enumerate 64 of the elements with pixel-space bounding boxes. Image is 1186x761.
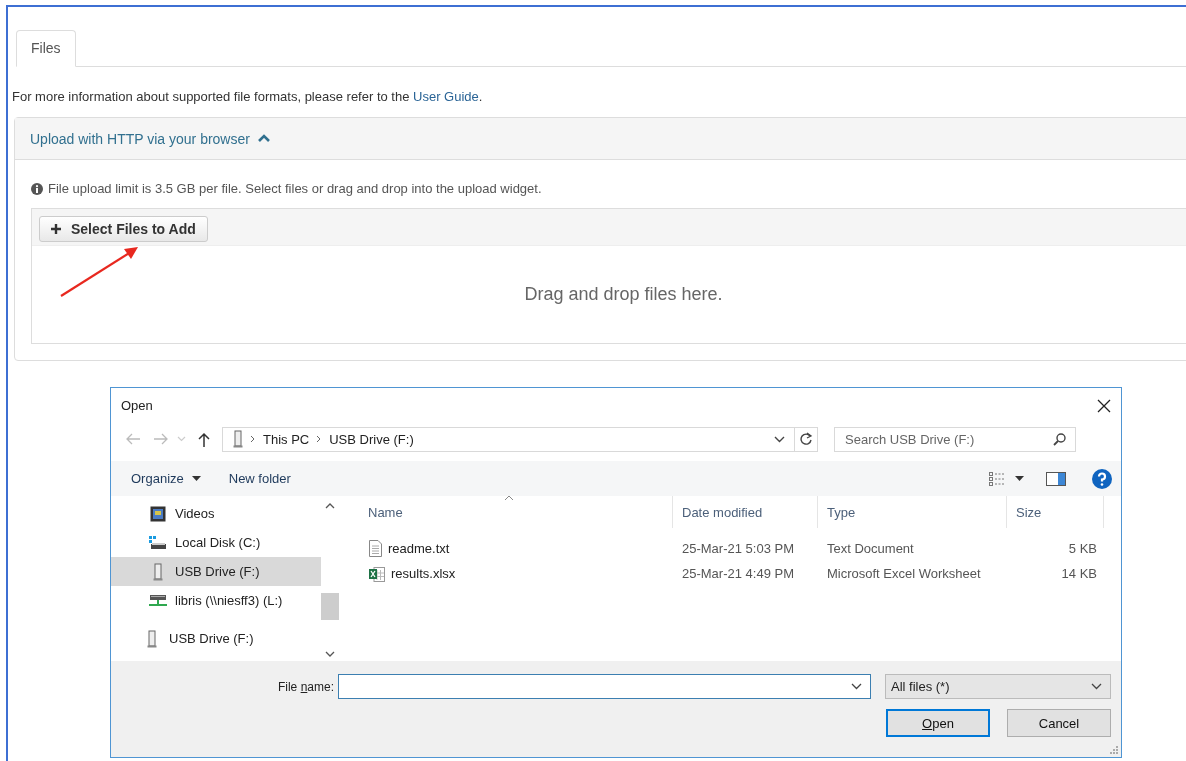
breadcrumb[interactable]: USB Drive (F:) (329, 431, 414, 447)
nav-item[interactable]: Local Disk (C:) (111, 528, 321, 557)
scrollbar-thumb[interactable] (321, 593, 339, 620)
address-bar[interactable]: This PC USB Drive (F:) (222, 426, 818, 452)
organize-menu[interactable]: Organize (125, 467, 207, 490)
caret-icon[interactable] (1015, 476, 1024, 481)
spreadsheet-file-icon (369, 565, 385, 582)
dialog-button[interactable]: Open (886, 709, 990, 737)
network-drive-icon (149, 593, 167, 608)
drop-hint: Drag and drop files here. (524, 284, 723, 305)
type-cell-text: Microsoft Excel Worksheet (826, 566, 982, 581)
sort-icon (504, 495, 514, 501)
file-name-field[interactable] (338, 674, 871, 699)
dropdown-icon[interactable] (774, 435, 785, 443)
hard-drive-icon (149, 535, 167, 550)
info-text: For more information about supported file formats, please refer to the User Guide. (12, 88, 484, 106)
column-header[interactable]: Size (1007, 496, 1104, 528)
scroll-down-icon[interactable] (325, 651, 335, 657)
nav-item[interactable]: USB Drive (F:) (111, 557, 321, 586)
usb-drive-icon (233, 430, 243, 448)
view-options-icon[interactable] (989, 471, 1005, 486)
nav-item[interactable]: Videos (111, 499, 321, 528)
text-file-icon (369, 540, 382, 557)
plus-icon (51, 224, 61, 234)
date-cell-text: 25-Mar-21 5:03 PM (681, 541, 795, 556)
search-field[interactable]: Search USB Drive (F:) (834, 426, 1076, 452)
dialog-button[interactable]: Cancel (1007, 709, 1111, 737)
dialog-title: Open (121, 398, 153, 413)
file-name[interactable]: results.xlsx (391, 566, 456, 581)
upload-limit-note: File upload limit is 3.5 GB per file. Select files or drag and drop into the upload widget. (48, 181, 542, 196)
type-cell-text: Text Document (826, 541, 915, 556)
tab[interactable]: Files (16, 30, 76, 67)
file-name-label: File name: (276, 679, 334, 694)
user-guide-link[interactable]: User Guide (413, 89, 479, 104)
select-files-button[interactable]: Select Files to Add (39, 216, 208, 242)
breadcrumb[interactable]: This PC (263, 431, 310, 447)
file-name[interactable]: readme.txt (388, 541, 450, 556)
drop-zone[interactable]: Drag and drop files here. (32, 246, 1186, 343)
nav-item[interactable]: libris (\\niesff3) (L:) (111, 586, 321, 615)
preview-pane-icon[interactable] (1046, 471, 1066, 486)
search-icon (1053, 432, 1066, 446)
nav-item[interactable]: USB Drive (F:) (111, 624, 321, 653)
column-header[interactable]: Date modified (673, 496, 818, 528)
up-icon[interactable] (198, 431, 210, 447)
info-icon (31, 182, 43, 195)
panel-title: Upload with HTTP via your browser (30, 130, 250, 147)
size-cell-text: 14 KB (1060, 566, 1098, 581)
dropdown-icon[interactable] (851, 683, 862, 690)
column-header[interactable]: Type (818, 496, 1007, 528)
chevron-icon (250, 435, 256, 443)
resize-grip-icon[interactable] (1110, 746, 1118, 754)
scroll-up-icon[interactable] (325, 503, 335, 509)
help-icon[interactable] (1092, 468, 1112, 489)
film-icon (149, 505, 167, 522)
column-header[interactable]: Name (346, 496, 673, 528)
chevron-icon (316, 435, 323, 443)
dropdown-icon (1091, 683, 1102, 690)
file-type-dropdown[interactable]: All files (*) (885, 674, 1111, 699)
panel-header[interactable]: Upload with HTTP via your browser (15, 118, 1186, 160)
caret-icon (191, 476, 201, 481)
close-icon (1097, 398, 1111, 413)
size-cell-text: 5 KB (1067, 541, 1098, 556)
date-cell-text: 25-Mar-21 4:49 PM (681, 566, 795, 581)
new-folder-button[interactable]: New folder (222, 467, 297, 490)
